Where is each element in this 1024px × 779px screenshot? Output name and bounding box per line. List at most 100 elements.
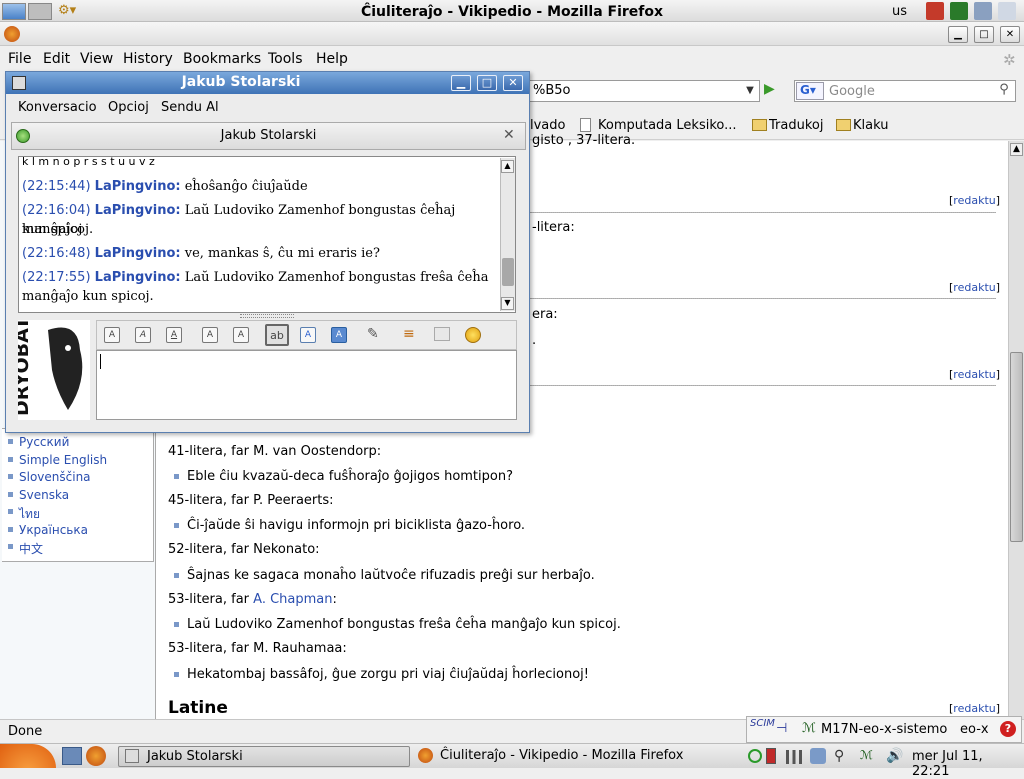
input-method-icon[interactable]: ℳ	[860, 748, 873, 762]
m17n-lang[interactable]: eo-x	[960, 722, 989, 737]
edit-link[interactable]: [redaktu]	[949, 368, 1000, 381]
message-input[interactable]	[96, 350, 517, 420]
divider	[530, 298, 996, 299]
insert-link-icon[interactable]: ≡	[403, 326, 415, 342]
log-scroll-down-icon[interactable]: ▼	[501, 297, 514, 310]
search-magnifier-icon[interactable]: ⚲	[994, 82, 1014, 100]
italic-button[interactable]: A	[135, 327, 151, 343]
page-icon	[580, 118, 591, 132]
bookmark-klaku[interactable]: Klaku	[853, 118, 888, 133]
article-fragment: era:	[532, 307, 558, 322]
author-link[interactable]: A. Chapman	[253, 592, 332, 607]
menu-bookmarks[interactable]: Bookmarks	[183, 51, 261, 67]
tab-close-icon[interactable]: ✕	[503, 127, 515, 143]
taskbar-firefox-window[interactable]: Ĉiuliteraĵo - Vikipedio - Mozilla Firefo…	[412, 746, 734, 767]
bullet-icon	[8, 474, 13, 479]
decrease-font-button[interactable]: A	[202, 327, 218, 343]
bookmark-tradukoj[interactable]: Tradukoj	[769, 118, 823, 133]
log-scroll-up-icon[interactable]: ▲	[501, 160, 514, 173]
pane-resize-handle[interactable]	[240, 314, 294, 318]
text-cursor	[100, 354, 101, 369]
log-scroll-thumb[interactable]	[502, 258, 514, 286]
url-dropdown-icon[interactable]: ▼	[742, 81, 758, 101]
go-button[interactable]: ▶	[764, 81, 784, 101]
lang-link-thai[interactable]: ไทย	[19, 505, 40, 524]
edit-link[interactable]: [redaktu]	[949, 281, 1000, 294]
firefox-titlebar	[0, 22, 1024, 46]
insert-image-icon[interactable]	[434, 327, 450, 341]
article-fragment: gisto , 37-litera.	[532, 133, 636, 148]
chat-menu-konversacio[interactable]: Konversacio	[18, 100, 97, 115]
foreground-color-button[interactable]: A	[300, 327, 316, 343]
search-bar[interactable]	[794, 80, 1016, 102]
help-icon[interactable]: ?	[1000, 721, 1016, 737]
firefox-launcher-icon[interactable]	[86, 746, 106, 766]
magnifier-icon[interactable]: ⚲	[834, 748, 844, 764]
lang-link-simple-english[interactable]: Simple English	[19, 453, 107, 467]
chat-window-title: Jakub Stolarski	[181, 74, 301, 90]
lang-link-russian[interactable]: Русский	[19, 435, 69, 449]
chat-menu-opcioj[interactable]: Opcioj	[108, 100, 149, 115]
log-scrollbar[interactable]	[500, 158, 515, 311]
chat-maximize-button[interactable]: □	[477, 75, 497, 91]
bookmark-komputada[interactable]: Komputada Leksiko...	[598, 118, 737, 133]
lang-link-slovenian[interactable]: Slovenščina	[19, 470, 91, 484]
chat-message-cont: kun spicoj.	[22, 222, 94, 237]
scim-icon[interactable]: SCIM	[750, 719, 775, 729]
menu-view[interactable]: View	[80, 51, 113, 67]
scroll-up-icon[interactable]: ▲	[1010, 143, 1023, 156]
increase-font-button[interactable]: A	[233, 327, 249, 343]
edit-link[interactable]: [redaktu]	[949, 194, 1000, 207]
lang-link-chinese[interactable]: 中文	[19, 540, 43, 557]
taskbar-chat-window[interactable]: Jakub Stolarski	[118, 746, 410, 767]
bookmark-partial[interactable]: lvado	[530, 118, 565, 133]
bullet-icon	[174, 672, 179, 677]
taskbar-task-label: Ĉiuliteraĵo - Vikipedio - Mozilla Firefo…	[440, 748, 684, 763]
volume-icon[interactable]: 🔊	[886, 748, 903, 764]
chat-minimize-button[interactable]: ▁	[451, 75, 471, 91]
entry-heading: 45-litera, far P. Peeraerts:	[168, 493, 334, 508]
m17n-engine[interactable]: M17N-eo-x-sistemo	[821, 722, 947, 737]
smiley-icon[interactable]	[465, 327, 481, 343]
font-face-button[interactable]: ab	[265, 324, 289, 346]
signal-icon[interactable]	[786, 750, 802, 764]
edit-link[interactable]: [redaktu]	[949, 702, 1000, 715]
log-fragment: k l m n o p r s s t u u v z	[22, 155, 155, 167]
pin-icon[interactable]: ⊣	[776, 721, 787, 736]
menu-edit[interactable]: Edit	[43, 51, 70, 67]
search-engine-icon[interactable]: G▾	[796, 82, 824, 100]
menu-tools[interactable]: Tools	[268, 51, 303, 67]
background-color-button[interactable]: A	[331, 327, 347, 343]
bullet-icon	[8, 527, 13, 532]
lang-link-ukrainian[interactable]: Українська	[19, 523, 88, 537]
bold-button[interactable]: A	[104, 327, 120, 343]
battery-icon[interactable]	[766, 748, 776, 764]
chat-menu-sendu-al[interactable]: Sendu Al	[161, 100, 219, 115]
chat-close-button[interactable]: ✕	[503, 75, 523, 91]
bullet-icon	[8, 544, 13, 549]
clock[interactable]: mer Jul 11, 22:21	[912, 749, 1024, 779]
chat-message: (22:17:55) LaPingvino: Laŭ Ludoviko Zame…	[22, 270, 489, 285]
buddy-avatar-image: DRYOBATES	[11, 290, 83, 416]
taskbar-task-label: Jakub Stolarski	[147, 749, 243, 764]
chat-message-cont: manĝaĵo kun spicoj.	[22, 289, 154, 304]
folder-icon	[836, 119, 851, 131]
maximize-button[interactable]: □	[974, 26, 994, 43]
menu-history[interactable]: History	[123, 51, 173, 67]
show-desktop-icon[interactable]	[62, 747, 82, 765]
menu-help[interactable]: Help	[316, 51, 348, 67]
url-bar[interactable]: %B5o	[528, 80, 760, 102]
minimize-button[interactable]: ▁	[948, 26, 968, 43]
underline-button[interactable]: A	[166, 327, 182, 343]
article-fragment: .	[532, 333, 537, 348]
menu-file[interactable]: File	[8, 51, 31, 67]
close-button[interactable]: ✕	[1000, 26, 1020, 43]
scrollbar-thumb[interactable]	[1010, 352, 1023, 542]
entry-heading: 53-litera, far A. Chapman:	[168, 592, 337, 607]
network-manager-icon[interactable]	[810, 748, 826, 764]
bullet-icon	[8, 492, 13, 497]
lang-link-swedish[interactable]: Svenska	[19, 488, 69, 502]
reset-formatting-icon[interactable]: ✎	[367, 326, 379, 342]
entry-text: Laŭ Ludoviko Zamenhof bongustas freŝa ĉe…	[187, 617, 621, 632]
pidgin-status-icon[interactable]	[748, 749, 762, 763]
